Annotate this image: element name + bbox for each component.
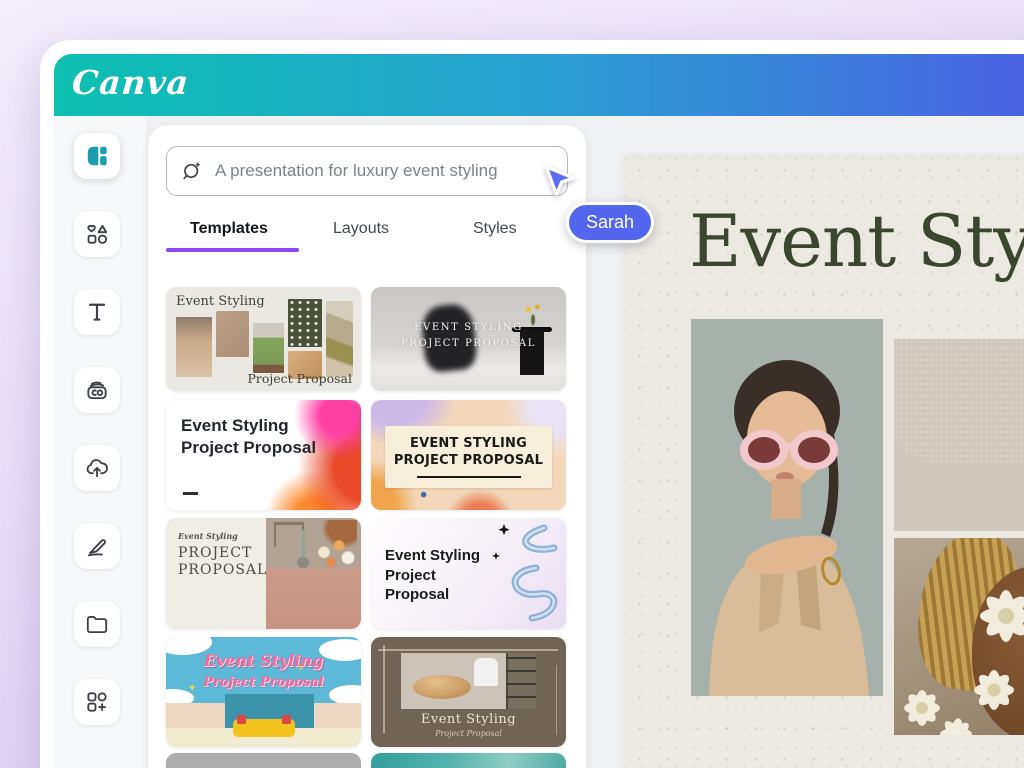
text-panel: Event Styling PROJECT PROPOSAL (166, 518, 266, 629)
sand-texture-photo (894, 339, 1024, 531)
uploads-icon (84, 455, 110, 481)
card-line1: Event Styling (166, 651, 361, 670)
card-line3: Proposal (385, 585, 480, 605)
sidebar-item-apps[interactable] (74, 679, 120, 725)
sidebar-item-draw[interactable] (74, 523, 120, 569)
candle-holder-shape (297, 557, 309, 568)
sidebar-item-elements[interactable] (74, 211, 120, 257)
tab-layouts[interactable]: Layouts (333, 220, 389, 238)
magic-search-icon (180, 159, 204, 183)
photo-thumb (216, 311, 249, 357)
design-icon (84, 143, 110, 169)
sidebar-item-uploads[interactable] (74, 445, 120, 491)
chair-shape (474, 658, 498, 686)
card-line1: Event Styling (385, 546, 480, 566)
app-window: Canva (40, 40, 1024, 768)
card-line1: Event Styling (181, 415, 316, 437)
canva-logo[interactable]: Canva (71, 63, 191, 102)
cushion-shape (282, 715, 291, 724)
card-line1: PROJECT (178, 545, 267, 562)
chrome-squiggle (474, 518, 566, 629)
template-card-gradient-blobs[interactable]: Event Styling Project Proposal (166, 400, 361, 510)
template-card-cartoon[interactable]: ✦ ✦ Event Styling Project Proposal (166, 637, 361, 747)
elements-icon (84, 221, 110, 247)
template-card-holographic[interactable]: Event Styling Project Proposal (371, 518, 566, 629)
design-preview-canvas[interactable]: Event Styling (625, 155, 1024, 768)
card-line2: PROJECT PROPOSAL (394, 453, 543, 470)
cream-panel: EVENT STYLING PROJECT PROPOSAL (385, 426, 552, 488)
cushion-shape (237, 715, 246, 724)
couch-shape (233, 719, 295, 737)
preview-title: Event Styling (689, 199, 1024, 283)
template-card-partial[interactable] (371, 753, 566, 768)
underline-rule (417, 476, 521, 478)
card-line2: Project (385, 566, 480, 586)
frame-line (378, 649, 558, 651)
portrait-photo (691, 319, 883, 696)
text-icon (84, 299, 110, 325)
card-line1: EVENT STYLING (371, 320, 566, 336)
template-card-photo-serif[interactable]: EVENT STYLING PROJECT PROPOSAL (371, 287, 566, 391)
sand-dune-shape (894, 339, 1024, 466)
card-line2: PROPOSAL (178, 562, 267, 579)
template-card-dark-elegant[interactable]: Event Styling Project Proposal (371, 637, 566, 747)
card-line1: EVENT STYLING (410, 436, 527, 453)
sidebar-item-design[interactable] (74, 133, 120, 179)
template-card-moodboard[interactable]: Event Styling Project Proposal (166, 287, 361, 391)
table-photo (266, 518, 361, 629)
photo-thumb (288, 299, 322, 347)
bowl-photo (401, 653, 536, 709)
templates-panel: Templates Layouts Styles Event Styling P… (148, 125, 586, 768)
draw-icon (84, 533, 110, 559)
canva-app: Canva (54, 54, 1024, 768)
brand-icon (84, 377, 110, 403)
card-line2: Project Proposal (181, 437, 316, 459)
sidebar-item-text[interactable] (74, 289, 120, 335)
search-box[interactable] (166, 146, 568, 196)
apps-icon (84, 689, 110, 715)
sidebar-item-projects[interactable] (74, 601, 120, 647)
flower-arrangement-shape (310, 538, 360, 572)
sidebar-item-brand[interactable] (74, 367, 120, 413)
card-title: Event Styling (176, 294, 265, 309)
chair-shape (274, 522, 304, 547)
card-subtitle: Project Proposal (248, 371, 353, 386)
top-bar: Canva (54, 54, 1024, 116)
projects-icon (84, 611, 110, 637)
dash-accent (183, 492, 198, 495)
photo-thumb (253, 323, 284, 373)
card-title: Event Styling (371, 712, 566, 727)
search-input[interactable] (213, 160, 567, 182)
photo-thumb (326, 301, 353, 377)
photo-thumb (176, 317, 212, 377)
template-card-partial[interactable] (166, 753, 361, 768)
tab-templates[interactable]: Templates (190, 220, 268, 238)
flower-face-photo (894, 538, 1024, 735)
card-line2: PROJECT PROPOSAL (371, 336, 566, 352)
card-script: Project Proposal (371, 729, 566, 738)
bowl-shape (413, 675, 471, 699)
template-card-retro-abstract[interactable]: EVENT STYLING PROJECT PROPOSAL (371, 400, 566, 510)
active-tab-underline (166, 248, 299, 252)
candle-shape (302, 530, 305, 558)
card-line2: Project Proposal (166, 675, 361, 690)
card-eyebrow: Event Styling (178, 531, 238, 541)
template-card-minimal-photo[interactable]: Event Styling PROJECT PROPOSAL (166, 518, 361, 629)
tab-styles[interactable]: Styles (473, 220, 517, 238)
daisy-flowers (894, 538, 1024, 735)
shelf-shape (506, 653, 536, 709)
